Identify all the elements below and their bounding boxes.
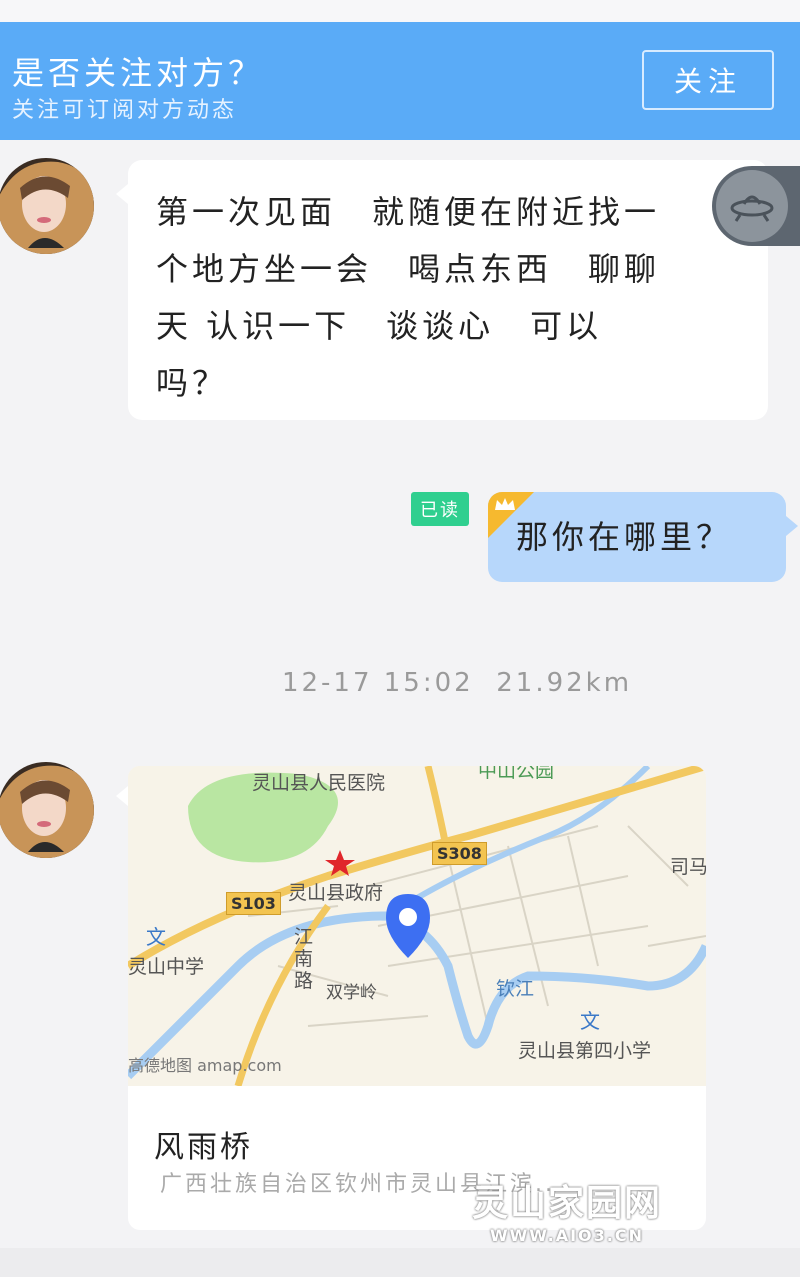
message-line: 第一次见面 就随便在附近找一 <box>156 193 661 231</box>
map-label-shuangxueling: 双学岭 <box>326 983 377 1003</box>
site-watermark: 灵山家园网 WWW.AIO3.CN <box>462 1174 672 1245</box>
map-label-fourth-primary: 灵山县第四小学 <box>518 1040 652 1062</box>
timestamp-distance: 21.92km <box>496 668 633 698</box>
svg-text:文: 文 <box>580 1009 600 1033</box>
timestamp-time: 15:02 <box>383 668 474 698</box>
map-label-sima: 司马 <box>670 856 706 878</box>
message-line: 天 认识一下 谈谈心 可以 <box>156 307 603 345</box>
message-line: 个地方坐一会 喝点东西 聊聊 <box>156 250 661 288</box>
svg-text:文: 文 <box>146 925 166 949</box>
contact-avatar[interactable] <box>0 158 94 254</box>
road-sign-s103: S103 <box>226 892 281 915</box>
road-sign-s308: S308 <box>432 842 487 865</box>
map-label-hospital: 灵山县人民医院 <box>252 772 386 794</box>
outgoing-message-text: 那你在哪里？ <box>516 518 733 556</box>
map-label-jiangnan-road: 江南路 <box>294 926 314 992</box>
message-line: 吗？ <box>156 364 229 402</box>
incoming-message-bubble[interactable]: 第一次见面 就随便在附近找一 个地方坐一会 喝点东西 聊聊 天 认识一下 谈谈心… <box>116 160 768 420</box>
contact-avatar[interactable] <box>0 762 94 858</box>
watermark-title: 灵山家园网 <box>471 1183 662 1224</box>
map-credit: 高德地图 amap.com <box>128 1056 282 1075</box>
location-timestamp: 12-17 15:02 21.92km <box>0 668 800 698</box>
follow-prompt-title: 是否关注对方？ <box>12 54 265 92</box>
outgoing-message-bubble[interactable]: 那你在哪里？ <box>488 492 786 582</box>
follow-prompt-bar: 是否关注对方？ 关注可订阅对方动态 关注 <box>0 22 800 140</box>
location-bubble-tail <box>116 786 128 806</box>
ufo-icon <box>716 170 788 242</box>
follow-button[interactable]: 关注 <box>642 50 774 110</box>
map-label-government: 灵山县政府 <box>288 882 384 904</box>
follow-prompt-subtitle: 关注可订阅对方动态 <box>12 98 238 123</box>
location-map[interactable]: 文 文 灵山县人民医院 中山公园 S308 灵山县政府 S103 司马 灵山中学… <box>128 766 706 1086</box>
map-label-park: 中山公园 <box>478 766 555 782</box>
bottom-input-bar-edge <box>0 1248 800 1277</box>
timestamp-date: 12-17 <box>281 668 373 698</box>
location-name: 风雨桥 <box>154 1130 253 1165</box>
outgoing-bubble-tail <box>786 516 798 536</box>
map-label-middle-school: 灵山中学 <box>128 956 205 978</box>
location-message-card[interactable]: 文 文 灵山县人民医院 中山公园 S308 灵山县政府 S103 司马 灵山中学… <box>128 766 706 1230</box>
status-bar-area <box>0 0 800 22</box>
floating-assist-button[interactable] <box>712 166 800 246</box>
read-status-badge: 已读 <box>411 492 469 526</box>
crown-icon <box>495 498 515 510</box>
map-label-qinjiang: 钦江 <box>496 978 535 1000</box>
watermark-url: WWW.AIO3.CN <box>490 1226 644 1245</box>
